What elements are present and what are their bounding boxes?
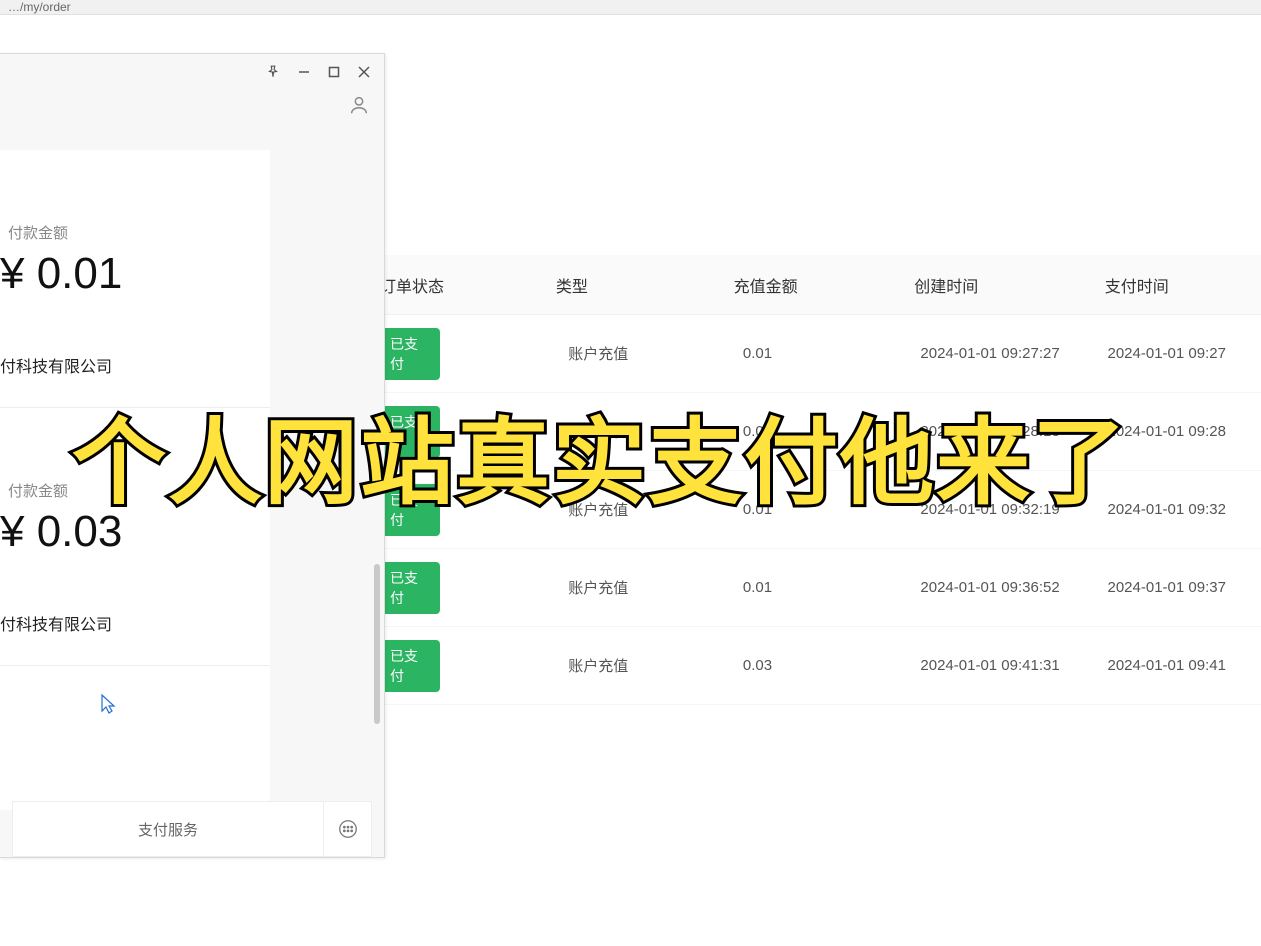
payment-service-button[interactable]: 支付服务 xyxy=(13,819,323,840)
cell-type: 账户充值 xyxy=(568,655,743,676)
pin-icon[interactable] xyxy=(266,65,280,79)
status-badge: 已支付 xyxy=(380,640,440,692)
cell-amount: 0.01 xyxy=(743,345,921,362)
col-header-amount: 充值金额 xyxy=(734,273,915,297)
maximize-icon[interactable] xyxy=(328,66,340,78)
popup-titlebar xyxy=(0,54,384,90)
cell-amount: 0.03 xyxy=(743,657,921,674)
cell-pay: 2024-01-01 09:27 xyxy=(1108,345,1261,362)
cell-amount: 0.01 xyxy=(743,579,921,596)
cell-pay: 2024-01-01 09:32 xyxy=(1108,501,1261,518)
status-badge: 已支付 xyxy=(380,328,440,380)
cell-type: 账户充值 xyxy=(568,343,743,364)
pay-amount-label: 付款金额 xyxy=(0,222,262,243)
col-header-create: 创建时间 xyxy=(914,273,1104,297)
pay-amount-value: ¥ 0.01 xyxy=(0,249,262,299)
cell-pay: 2024-01-01 09:37 xyxy=(1108,579,1261,596)
user-icon[interactable] xyxy=(0,90,384,116)
cell-type: 账户充值 xyxy=(568,577,743,598)
address-bar[interactable]: …/my/order xyxy=(0,0,1261,15)
cell-pay: 2024-01-01 09:41 xyxy=(1108,657,1261,674)
pay-merchant: 付科技有限公司 xyxy=(0,611,262,635)
pay-merchant: 付科技有限公司 xyxy=(0,353,262,377)
popup-footer: 支付服务 xyxy=(12,801,372,857)
payment-card[interactable]: 付款金额 ¥ 0.01 付科技有限公司 xyxy=(0,150,270,408)
cell-create: 2024-01-01 09:36:52 xyxy=(920,579,1107,596)
page-content: 订单状态 类型 充值金额 创建时间 支付时间 已支付 账户充值 0.01 202… xyxy=(0,15,1261,946)
cell-create: 2024-01-01 09:41:31 xyxy=(920,657,1107,674)
close-icon[interactable] xyxy=(358,66,370,78)
cell-create: 2024-01-01 09:27:27 xyxy=(920,345,1107,362)
cell-pay: 2024-01-01 09:28 xyxy=(1108,423,1261,440)
video-headline-overlay: 个人网站真实支付他来了 xyxy=(72,387,1128,523)
scrollbar-thumb[interactable] xyxy=(374,564,380,724)
mouse-cursor-icon xyxy=(96,693,116,717)
status-badge: 已支付 xyxy=(380,562,440,614)
col-header-pay: 支付时间 xyxy=(1105,273,1261,297)
keyboard-icon[interactable] xyxy=(323,802,371,856)
minimize-icon[interactable] xyxy=(298,66,310,78)
col-header-type: 类型 xyxy=(556,273,734,297)
